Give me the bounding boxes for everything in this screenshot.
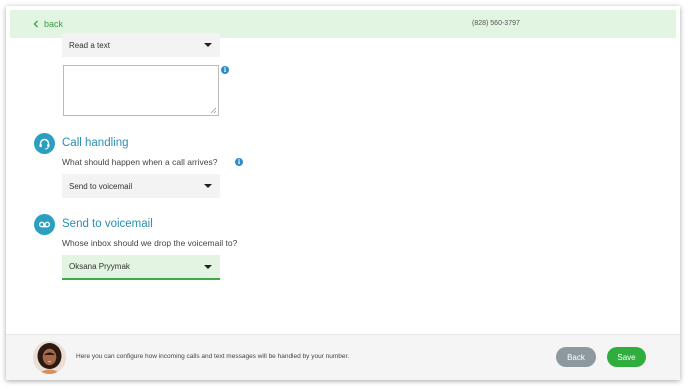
back-button[interactable]: Back <box>556 347 596 367</box>
call-handling-select-value: Send to voicemail <box>69 181 133 191</box>
voicemail-icon <box>34 214 55 235</box>
headset-glyph <box>39 138 50 150</box>
avatar-image <box>33 341 66 374</box>
voicemail-question: Whose inbox should we drop the voicemail… <box>62 238 238 248</box>
message-action-select-value: Read a text <box>69 40 110 50</box>
message-text-area[interactable] <box>63 65 219 116</box>
message-info-icon[interactable]: i <box>221 66 229 74</box>
call-handling-select[interactable]: Send to voicemail <box>62 174 220 198</box>
app-window: back (828) 560-3797 Read a text i Call h… <box>6 6 680 380</box>
back-link[interactable]: back <box>32 19 63 29</box>
chevron-left-icon <box>33 20 38 28</box>
message-action-select[interactable]: Read a text <box>62 33 220 57</box>
resize-grip-icon[interactable] <box>210 107 217 114</box>
back-link-label: back <box>44 19 64 29</box>
voicemail-inbox-select[interactable]: Oksana Pryymak <box>62 255 220 280</box>
voicemail-glyph <box>38 221 51 228</box>
phone-number: (828) 560-3797 <box>472 20 520 27</box>
caret-down-icon <box>204 43 212 47</box>
call-handling-title: Call handling <box>62 137 129 149</box>
caret-down-icon <box>204 264 212 269</box>
save-button[interactable]: Save <box>607 347 646 367</box>
call-handling-question: What should happen when a call arrives? <box>62 157 218 167</box>
avatar <box>33 341 66 374</box>
headset-icon <box>34 133 55 154</box>
voicemail-inbox-select-value: Oksana Pryymak <box>69 262 130 271</box>
call-handling-info-icon[interactable]: i <box>235 158 243 166</box>
footer-bar: Here you can configure how incoming call… <box>6 334 680 380</box>
footer-help-text: Here you can configure how incoming call… <box>76 353 350 360</box>
voicemail-title: Send to voicemail <box>62 218 153 230</box>
caret-down-icon <box>204 184 212 188</box>
